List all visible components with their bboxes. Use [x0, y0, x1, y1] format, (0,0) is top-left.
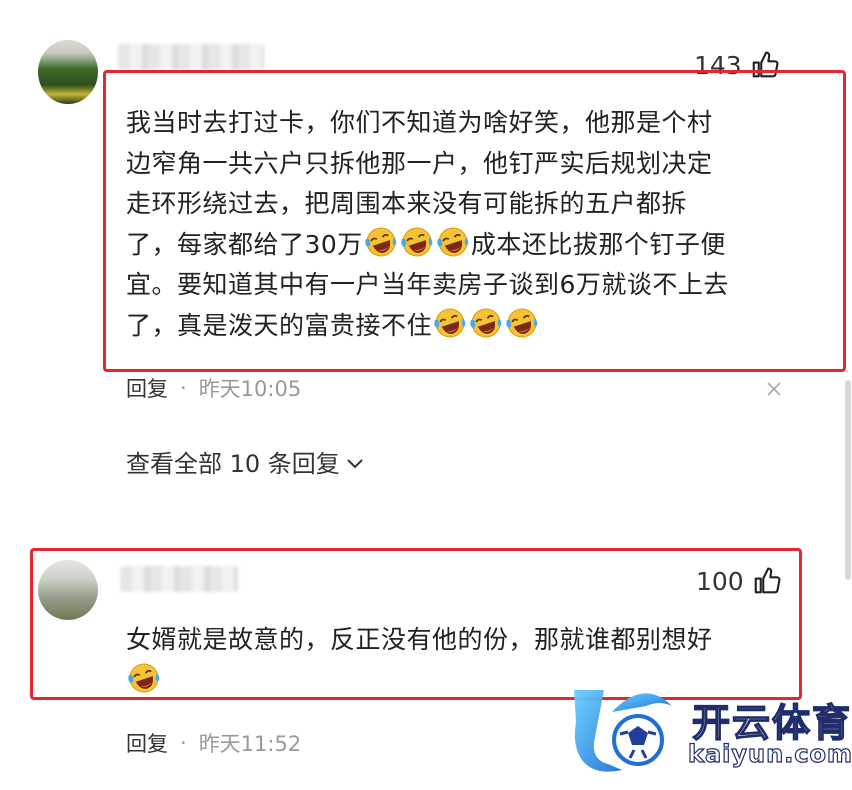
comment-line: 女婿就是故意的，反正没有他的份，那就谁都别想好	[126, 625, 713, 654]
comment-line: 我当时去打过卡，你们不知道为啥好笑，他那是个村	[126, 108, 713, 137]
comment-meta: 回复 · 昨天11:52	[126, 728, 301, 758]
comment-line-segment: 了，真是泼天的富贵接不住	[126, 310, 433, 340]
username-blurred[interactable]	[118, 44, 264, 70]
close-icon[interactable]	[764, 379, 784, 399]
comment-line: 了，每家都给了30万 成本还比拔那个钉子便	[126, 225, 826, 266]
laughing-crying-emoji-icon	[364, 225, 398, 259]
comment-line: 走环形绕过去，把周围本来没有可能拆的五户都拆	[126, 189, 688, 219]
laughing-crying-emoji-icon	[505, 306, 539, 340]
comment-line: 了，真是泼天的富贵接不住	[126, 306, 826, 347]
comment-meta: 回复 · 昨天10:05	[126, 373, 301, 403]
reply-button[interactable]: 回复	[126, 728, 168, 758]
comment-line-segment: 了，每家都给了30万	[126, 229, 363, 259]
laughing-crying-emoji-icon	[469, 306, 503, 340]
comment-line-segment: 成本还比拔那个钉子便	[470, 229, 726, 259]
timestamp: 昨天10:05	[198, 377, 302, 401]
comment-text: 我当时去打过卡，你们不知道为啥好笑，他那是个村 边窄角一共六户只拆他那一户，他钉…	[126, 103, 826, 347]
laughing-crying-emoji-icon	[127, 661, 161, 695]
view-all-replies-button[interactable]: 查看全部 10 条回复	[126, 444, 364, 479]
laughing-crying-emoji-icon	[436, 225, 470, 259]
separator-dot: ·	[180, 376, 187, 400]
laughing-crying-emoji-icon	[400, 225, 434, 259]
comment-line: 宜。要知道其中有一户当年卖房子谈到6万就谈不上去	[126, 270, 729, 300]
comment-line: 边窄角一共六户只拆他那一户，他钉严实后规划决定	[126, 148, 713, 178]
timestamp: 昨天11:52	[198, 732, 302, 756]
laughing-crying-emoji-icon	[433, 306, 467, 340]
watermark-domain: kaiyun.com	[687, 739, 852, 768]
reply-button[interactable]: 回复	[126, 373, 168, 403]
chevron-down-icon	[346, 448, 364, 476]
avatar[interactable]	[38, 40, 98, 104]
scrollbar[interactable]	[845, 380, 851, 580]
watermark-brand: 开云体育	[691, 700, 852, 746]
view-all-replies-label: 查看全部 10 条回复	[126, 450, 340, 478]
separator-dot: ·	[180, 731, 187, 755]
